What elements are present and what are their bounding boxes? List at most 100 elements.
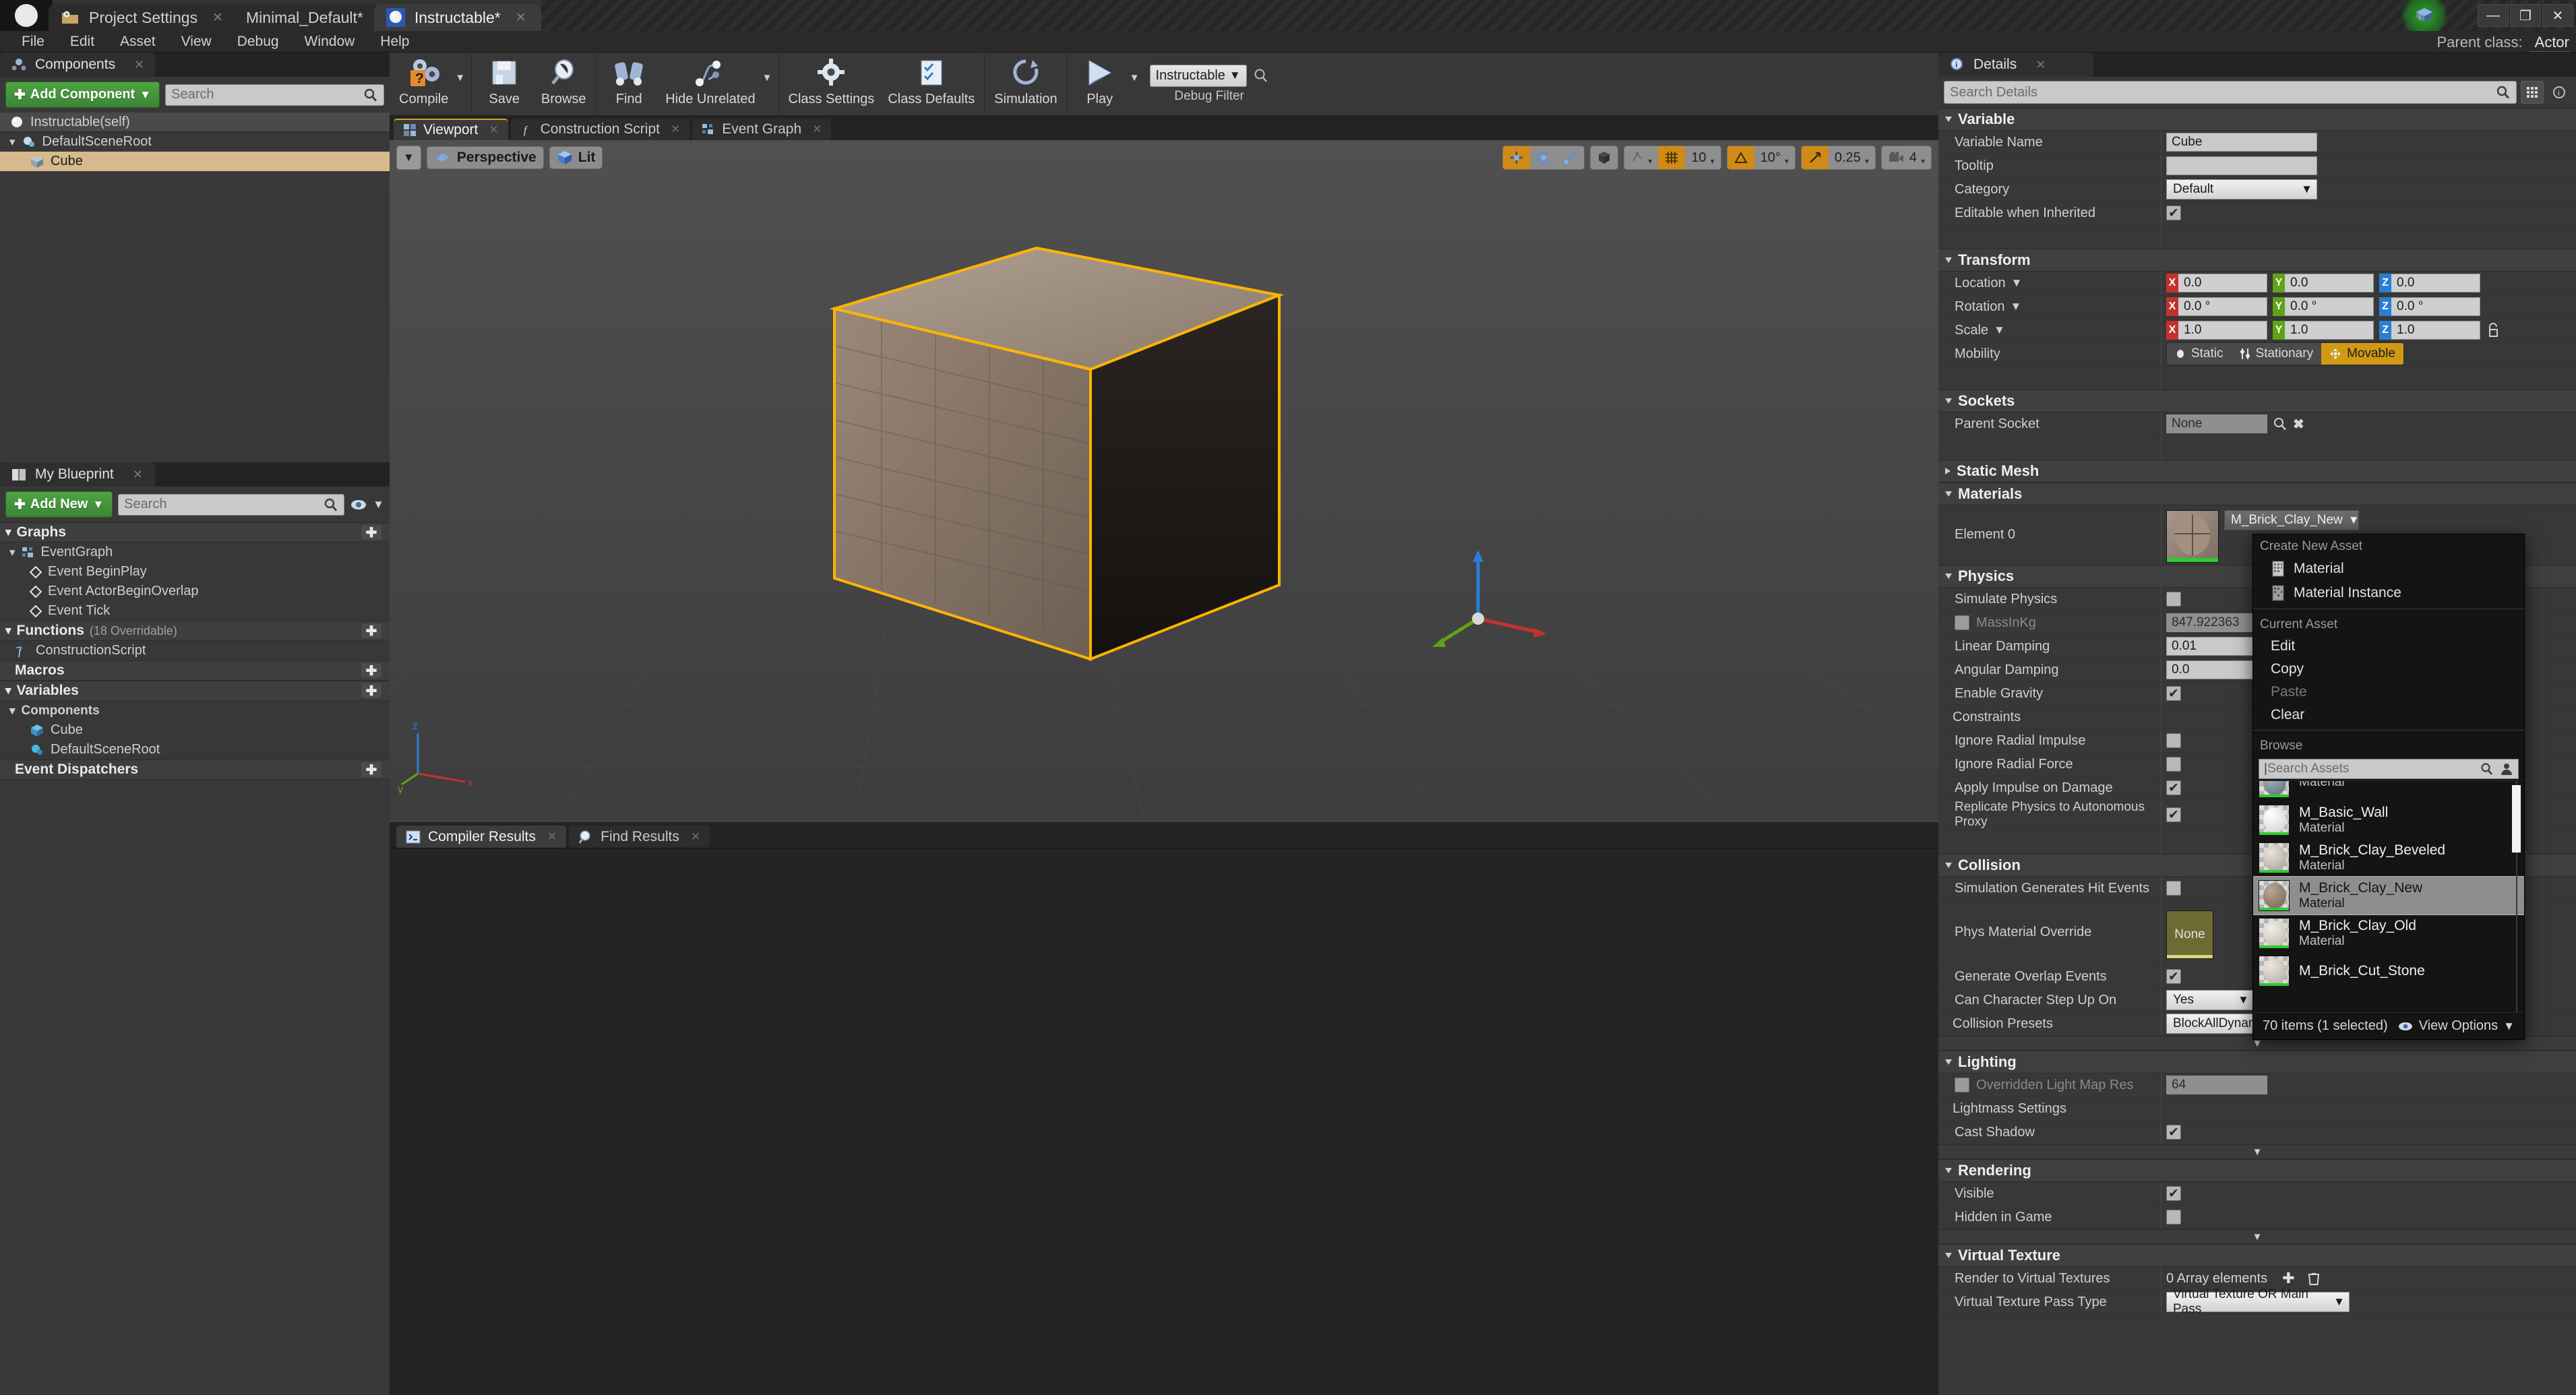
cast-shadow-checkbox[interactable]: ✔	[2166, 1125, 2181, 1140]
expander-icon[interactable]: ▾	[5, 526, 11, 539]
graph-item-event-beginplay[interactable]: Event BeginPlay	[0, 562, 390, 582]
graph-item-event-actorbeginoverlap[interactable]: Event ActorBeginOverlap	[0, 582, 390, 601]
rotation-x-input[interactable]: 0.0 °	[2178, 297, 2267, 316]
debug-filter-select[interactable]: Instructable ▼	[1149, 64, 1247, 87]
expander-icon[interactable]: ▾	[5, 684, 11, 698]
compile-dropdown-icon[interactable]: ▼	[455, 53, 468, 115]
angle-snap-value[interactable]: 10° ▾	[1754, 146, 1795, 169]
compile-button[interactable]: ? Compile	[392, 53, 455, 115]
close-icon[interactable]: ✕	[671, 123, 680, 136]
translate-gizmo-icon[interactable]	[1503, 146, 1531, 169]
menu-item-window[interactable]: Window	[294, 31, 366, 53]
material-thumbnail[interactable]	[2166, 510, 2219, 563]
variable-item-defaultsceneroot[interactable]: DefaultSceneRoot	[0, 740, 390, 760]
component-item-cube[interactable]: Cube	[0, 152, 390, 171]
parent-class-value[interactable]: Actor	[2529, 34, 2569, 52]
hidden-in-game-checkbox[interactable]: ✔	[2166, 1210, 2181, 1224]
expander-icon[interactable]	[1945, 1253, 1952, 1258]
asset-list-item[interactable]: M_Brick_Clay_Beveled Material	[2253, 839, 2524, 877]
menu-item-help[interactable]: Help	[369, 31, 420, 53]
close-icon[interactable]: ✕	[691, 830, 700, 844]
expander-icon[interactable]: ▾	[9, 135, 16, 149]
menu-item-debug[interactable]: Debug	[226, 31, 290, 53]
myblueprint-panel-tab[interactable]: My Blueprint ✕	[0, 462, 155, 487]
myblueprint-search-input[interactable]: Search	[118, 493, 345, 516]
scale-lock-icon[interactable]	[2486, 322, 2501, 338]
chevron-down-icon[interactable]: ▼	[373, 498, 384, 512]
category-materials[interactable]: Materials	[1938, 483, 2576, 505]
asset-owner-filter-icon[interactable]	[2499, 762, 2514, 776]
menu-item-edit[interactable]: Edit	[59, 31, 105, 53]
current-asset-edit-item[interactable]: Edit	[2253, 635, 2524, 658]
rendering-show-more-expander[interactable]: ▼	[1938, 1229, 2576, 1244]
expander-icon[interactable]	[1945, 257, 1952, 263]
rotation-z-input[interactable]: 0.0 °	[2391, 297, 2480, 316]
close-icon[interactable]: ✕	[516, 10, 526, 26]
function-item-constructionscript[interactable]: f ConstructionScript	[0, 641, 390, 660]
world-space-icon[interactable]	[1591, 146, 1618, 169]
add-event-dispatcher-button[interactable]: ✚	[361, 762, 381, 778]
expander-icon[interactable]	[1945, 1059, 1952, 1065]
socket-search-icon[interactable]	[2273, 416, 2288, 431]
array-delete-icon[interactable]	[2307, 1271, 2321, 1286]
close-icon[interactable]: ✕	[547, 830, 557, 844]
components-panel-tab[interactable]: Components ✕	[0, 53, 156, 77]
array-add-icon[interactable]: ✚	[2282, 1270, 2294, 1287]
transform-gizmo[interactable]	[1431, 545, 1552, 666]
category-static-mesh[interactable]: Static Mesh	[1938, 460, 2576, 483]
scale-y[interactable]: Y 1.0	[2273, 321, 2374, 340]
tab-construction-script[interactable]: f Construction Script ✕	[510, 119, 690, 140]
category-variable[interactable]: Variable	[1938, 108, 2576, 131]
component-root-self[interactable]: Instructable(self)	[0, 113, 390, 132]
simulation-button[interactable]: Simulation	[987, 53, 1064, 115]
expander-icon[interactable]	[1945, 468, 1951, 474]
close-icon[interactable]: ✕	[2035, 58, 2046, 72]
scale-z-input[interactable]: 1.0	[2391, 321, 2480, 340]
close-window-button[interactable]: ✕	[2542, 4, 2573, 27]
window-tab-minimal-default[interactable]: Minimal_Default*	[234, 4, 378, 31]
play-dropdown-icon[interactable]: ▼	[1130, 53, 1143, 115]
play-button[interactable]: Play	[1070, 53, 1130, 115]
viewport-options-button[interactable]: ▼	[397, 146, 421, 169]
scale-snap-toggle[interactable]	[1801, 146, 1829, 169]
simulate-physics-checkbox[interactable]: ✔	[2166, 592, 2181, 607]
section-variables[interactable]: ▾ Variables ✚	[0, 681, 390, 701]
section-macros[interactable]: Macros ✚	[0, 660, 390, 681]
category-select[interactable]: Default ▼	[2166, 179, 2317, 199]
tooltip-input[interactable]	[2166, 156, 2317, 175]
rotation-z[interactable]: Z 0.0 °	[2379, 297, 2480, 316]
add-function-button[interactable]: ✚	[361, 623, 381, 639]
parent-socket-value[interactable]: None	[2166, 414, 2267, 433]
close-icon[interactable]: ✕	[133, 468, 143, 482]
category-virtual-texture[interactable]: Virtual Texture	[1938, 1244, 2576, 1267]
camera-speed-button[interactable]: 4 ▾	[1881, 146, 1931, 169]
current-asset-clear-item[interactable]: Clear	[2253, 704, 2524, 726]
scale-gizmo-icon[interactable]	[1557, 146, 1585, 169]
chevron-down-icon[interactable]: ▼	[2011, 300, 2022, 313]
current-asset-copy-item[interactable]: Copy	[2253, 658, 2524, 681]
close-icon[interactable]: ✕	[489, 123, 498, 137]
visible-checkbox[interactable]: ✔	[2166, 1186, 2181, 1201]
minimize-button[interactable]: —	[2478, 4, 2509, 27]
rotate-gizmo-icon[interactable]	[1530, 146, 1558, 169]
expander-icon[interactable]	[1945, 574, 1952, 579]
location-x-input[interactable]: 0.0	[2178, 274, 2267, 292]
category-sockets[interactable]: Sockets	[1938, 390, 2576, 412]
tab-compiler-results[interactable]: Compiler Results ✕	[396, 826, 567, 848]
location-x[interactable]: X 0.0	[2166, 274, 2267, 292]
asset-list-item[interactable]: Material	[2253, 781, 2524, 801]
can-character-step-up-on-select[interactable]: Yes ▼	[2166, 990, 2254, 1010]
tab-viewport[interactable]: Viewport ✕	[394, 119, 508, 140]
add-component-button[interactable]: ✚ Add Component ▼	[5, 82, 160, 108]
close-icon[interactable]: ✕	[812, 123, 822, 136]
view-mode-button[interactable]: Lit	[549, 146, 603, 169]
overridden-light-map-res-checkbox[interactable]: ✔	[1955, 1078, 1969, 1092]
menu-item-file[interactable]: File	[11, 31, 55, 53]
window-tab-project-settings[interactable]: Project Settings ✕	[49, 4, 239, 31]
variables-group-components[interactable]: ▾ Components	[0, 701, 390, 720]
category-lighting[interactable]: Lighting	[1938, 1051, 2576, 1074]
hide-unrelated-dropdown-icon[interactable]: ▼	[762, 53, 776, 115]
grid-snap-toggle[interactable]	[1658, 146, 1686, 169]
category-rendering[interactable]: Rendering	[1938, 1159, 2576, 1182]
expander-icon[interactable]	[1945, 863, 1952, 868]
